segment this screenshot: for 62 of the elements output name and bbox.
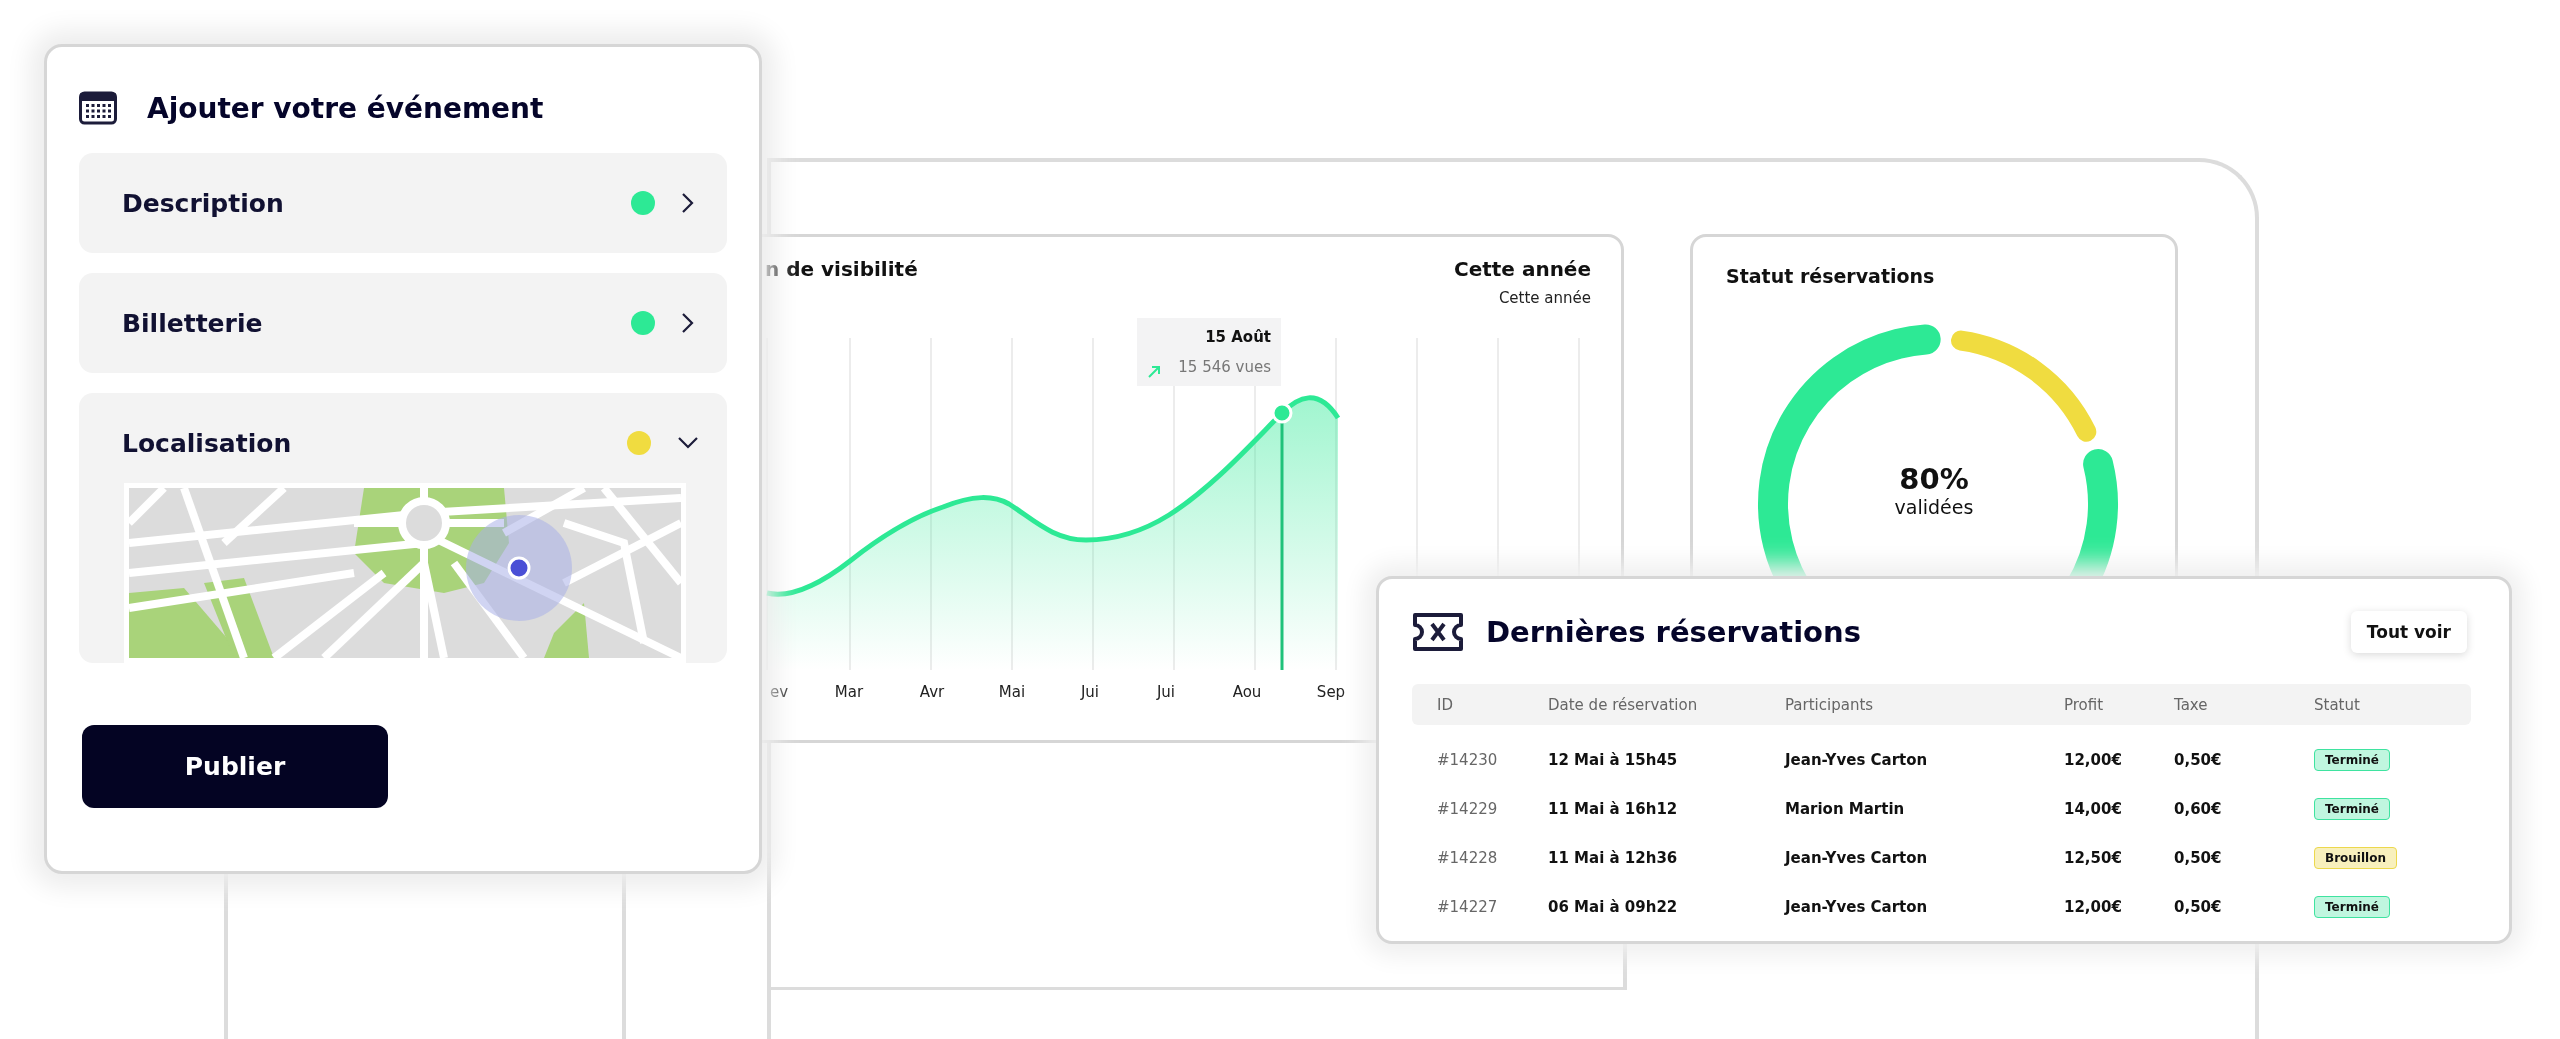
table-cell-text: #14229 bbox=[1437, 799, 1499, 818]
table-cell-text: Marion Martin bbox=[1785, 799, 1906, 818]
table-cell-text: #14227 bbox=[1437, 897, 1499, 916]
table-cell-text: 12,00€ bbox=[2064, 897, 2123, 916]
table-cell-text: 11 Mai à 12h36 bbox=[1548, 848, 1679, 867]
tooltip-value: 15 546 vues bbox=[1178, 358, 1271, 376]
table-cell-text: #14230 bbox=[1437, 750, 1499, 769]
table-cell-text: 0,50€ bbox=[2174, 897, 2223, 916]
month-label: Aou bbox=[1232, 683, 1262, 701]
column-header: Date de réservation bbox=[1548, 695, 1699, 714]
table-cell-text: 0,50€ bbox=[2174, 848, 2223, 867]
table-cell-text: 06 Mai à 09h22 bbox=[1548, 897, 1679, 916]
column-header: Participants bbox=[1785, 695, 1875, 714]
chart-title: n de visibilité bbox=[765, 257, 918, 283]
publish-button[interactable]: Publier bbox=[82, 725, 388, 808]
section-label: Description bbox=[122, 188, 285, 218]
month-label: Jui bbox=[1080, 683, 1100, 701]
calendar-icon bbox=[79, 91, 117, 125]
section-label: Billetterie bbox=[122, 308, 264, 338]
form-section[interactable]: Description bbox=[79, 153, 727, 253]
table-cell-text: 0,50€ bbox=[2174, 750, 2223, 769]
status-badge: Terminé bbox=[2314, 895, 2390, 918]
month-label: ev bbox=[769, 683, 789, 701]
status-badge: Brouillon bbox=[2314, 846, 2397, 869]
period-select[interactable]: Cette année bbox=[1454, 257, 1591, 281]
gauge-percent: 80% bbox=[1899, 462, 1969, 496]
card-title: Ajouter votre événement bbox=[147, 91, 544, 125]
month-label: Sep bbox=[1316, 683, 1346, 701]
month-label: Avr bbox=[919, 683, 945, 701]
month-label: Mai bbox=[998, 683, 1026, 701]
column-header: ID bbox=[1437, 695, 1454, 714]
status-badge: Terminé bbox=[2314, 797, 2390, 820]
ticket-icon bbox=[1412, 612, 1464, 652]
table-cell-text: Jean-Yves Carton bbox=[1785, 750, 1929, 769]
table-cell-text: 0,60€ bbox=[2174, 799, 2223, 818]
view-all-button[interactable]: Tout voir bbox=[2350, 611, 2467, 653]
period-label: Cette année bbox=[1498, 289, 1591, 307]
table-cell-text: 12,00€ bbox=[2064, 750, 2123, 769]
form-section[interactable]: Billetterie bbox=[79, 273, 727, 373]
status-badge: Terminé bbox=[2314, 748, 2390, 771]
table-cell-text: Jean-Yves Carton bbox=[1785, 897, 1929, 916]
month-label: Jui bbox=[1156, 683, 1176, 701]
column-header: Statut bbox=[2314, 695, 2361, 714]
table-cell-text: #14228 bbox=[1437, 848, 1499, 867]
section-label: Localisation bbox=[122, 428, 293, 458]
table-cell-text: Jean-Yves Carton bbox=[1785, 848, 1929, 867]
column-header: Taxe bbox=[2174, 695, 2209, 714]
table-cell-text: 14,00€ bbox=[2064, 799, 2123, 818]
chevron-right-icon[interactable] bbox=[681, 312, 695, 334]
arrow-icon bbox=[1148, 366, 1160, 378]
form-section[interactable]: Localisation bbox=[79, 393, 727, 663]
card-title: Dernières réservations bbox=[1486, 615, 1862, 649]
table-cell-text: 12 Mai à 15h45 bbox=[1548, 750, 1679, 769]
column-header: Profit bbox=[2064, 695, 2105, 714]
table-cell-text: 11 Mai à 16h12 bbox=[1548, 799, 1679, 818]
chevron-right-icon[interactable] bbox=[681, 192, 695, 214]
month-label: Mar bbox=[834, 683, 864, 701]
tooltip-date: 15 Août bbox=[1205, 328, 1271, 346]
table-cell-text: 12,50€ bbox=[2064, 848, 2123, 867]
chevron-down-icon[interactable] bbox=[677, 436, 699, 450]
card-title: Statut réservations bbox=[1726, 265, 1935, 287]
gauge-caption: validées bbox=[1894, 496, 1974, 518]
